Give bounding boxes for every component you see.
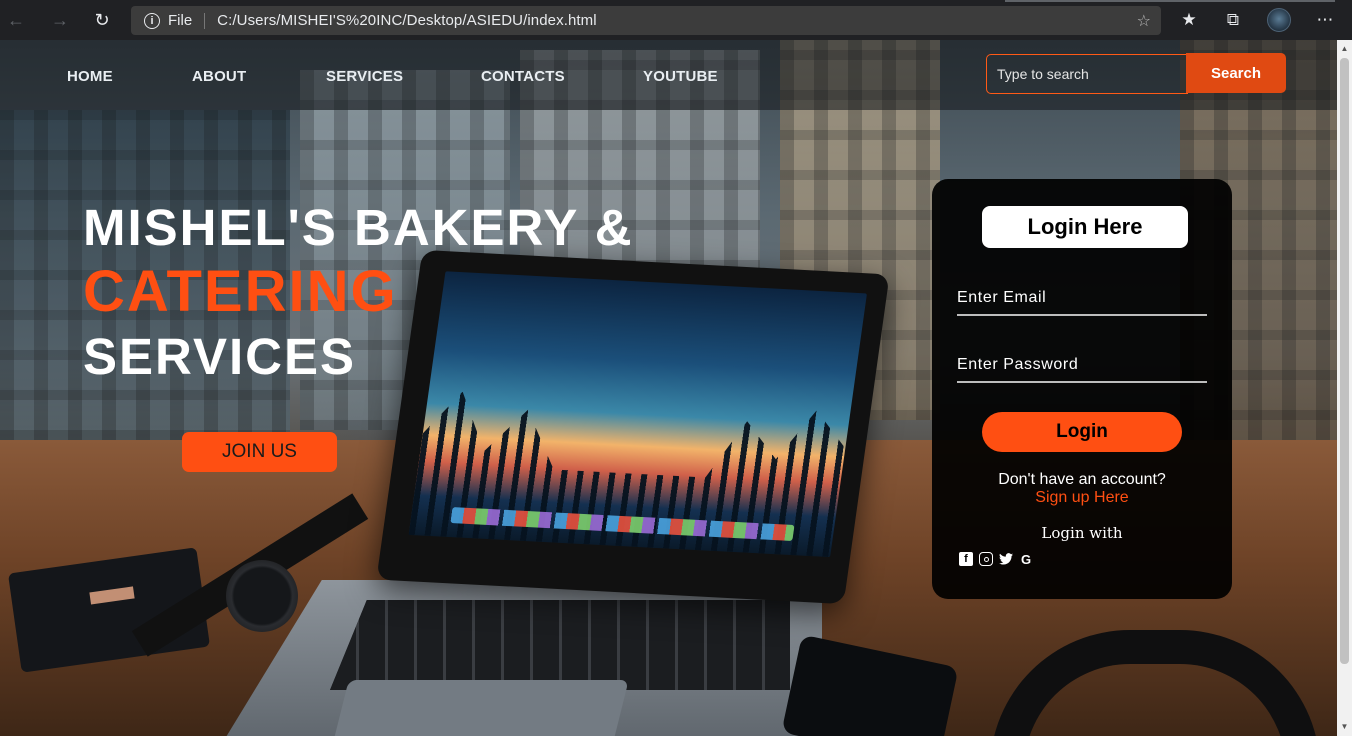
browser-toolbar: ← → ↻ i File C:/Users/MISHEI'S%20INC/Des… — [0, 0, 1352, 40]
nav-services[interactable]: SERVICES — [326, 68, 403, 85]
login-title: Login Here — [982, 206, 1188, 248]
hero-title-line1: MISHEL'S BAKERY & — [83, 199, 634, 256]
join-us-button[interactable]: JOIN US — [182, 432, 337, 472]
background-laptop-screen — [376, 249, 890, 605]
info-icon[interactable]: i — [144, 12, 160, 29]
twitter-icon[interactable] — [999, 552, 1013, 566]
page-scrollbar[interactable]: ▲ ▼ — [1337, 40, 1352, 736]
collections-icon[interactable]: ⧉ — [1222, 9, 1244, 31]
search-input[interactable] — [986, 54, 1188, 94]
favorites-icon[interactable]: ★ — [1178, 9, 1200, 31]
password-field[interactable] — [957, 349, 1207, 383]
toolbar-divider — [1005, 0, 1335, 2]
signup-link[interactable]: Sign up Here — [932, 489, 1232, 507]
nav-youtube[interactable]: YOUTUBE — [643, 68, 718, 85]
login-button[interactable]: Login — [982, 412, 1182, 452]
hero-title-line3: SERVICES — [83, 328, 356, 385]
page-viewport: HOME ABOUT SERVICES CONTACTS YOUTUBE Sea… — [0, 40, 1337, 736]
social-login-icons: f G — [959, 552, 1033, 567]
nav-home[interactable]: HOME — [67, 68, 113, 85]
background-keyboard — [330, 600, 790, 690]
url-text[interactable]: C:/Users/MISHEI'S%20INC/Desktop/ASIEDU/i… — [217, 12, 597, 29]
no-account-text: Don't have an account? — [998, 471, 1166, 488]
login-with-label: Login with — [1041, 524, 1123, 542]
add-favorite-icon[interactable]: ☆ — [1137, 11, 1151, 31]
address-bar[interactable]: i File C:/Users/MISHEI'S%20INC/Desktop/A… — [131, 6, 1161, 35]
more-icon[interactable]: ⋯ — [1314, 9, 1336, 31]
scroll-down-icon[interactable]: ▼ — [1340, 722, 1349, 732]
scheme-label: File — [168, 12, 193, 29]
google-icon[interactable]: G — [1019, 552, 1033, 567]
scroll-up-icon[interactable]: ▲ — [1340, 44, 1349, 54]
back-icon[interactable]: ← — [2, 6, 30, 34]
nav-about[interactable]: ABOUT — [192, 68, 246, 85]
background-trackpad — [331, 680, 629, 736]
profile-avatar[interactable] — [1267, 8, 1291, 32]
reload-icon[interactable]: ↻ — [88, 6, 116, 34]
laptop-wallpaper — [408, 271, 867, 558]
instagram-icon[interactable] — [979, 552, 993, 566]
nav-contacts[interactable]: CONTACTS — [481, 68, 565, 85]
hero-title-line2: CATERING — [83, 259, 398, 324]
forward-icon[interactable]: → — [46, 6, 74, 34]
address-separator — [204, 12, 206, 29]
background-watch — [226, 560, 298, 632]
scrollbar-thumb[interactable] — [1340, 58, 1349, 664]
facebook-icon[interactable]: f — [959, 552, 973, 566]
login-card: Login Here Login Don't have an account? … — [932, 179, 1232, 599]
search-button[interactable]: Search — [1186, 53, 1286, 93]
email-field[interactable] — [957, 282, 1207, 316]
